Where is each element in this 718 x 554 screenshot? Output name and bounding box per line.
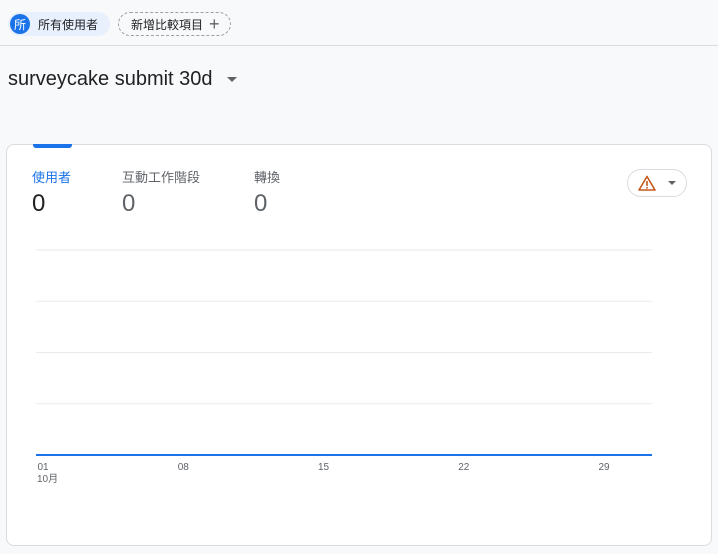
x-tick-label: 08 <box>178 462 190 473</box>
x-tick-label: 22 <box>458 462 470 473</box>
x-tick-label: 15 <box>318 462 330 473</box>
x-tick-label: 01 <box>37 462 49 473</box>
x-month-label: 10月 <box>37 473 58 485</box>
line-chart: 01 08 15 22 29 10月 <box>36 249 652 485</box>
x-tick-label: 29 <box>598 462 610 473</box>
